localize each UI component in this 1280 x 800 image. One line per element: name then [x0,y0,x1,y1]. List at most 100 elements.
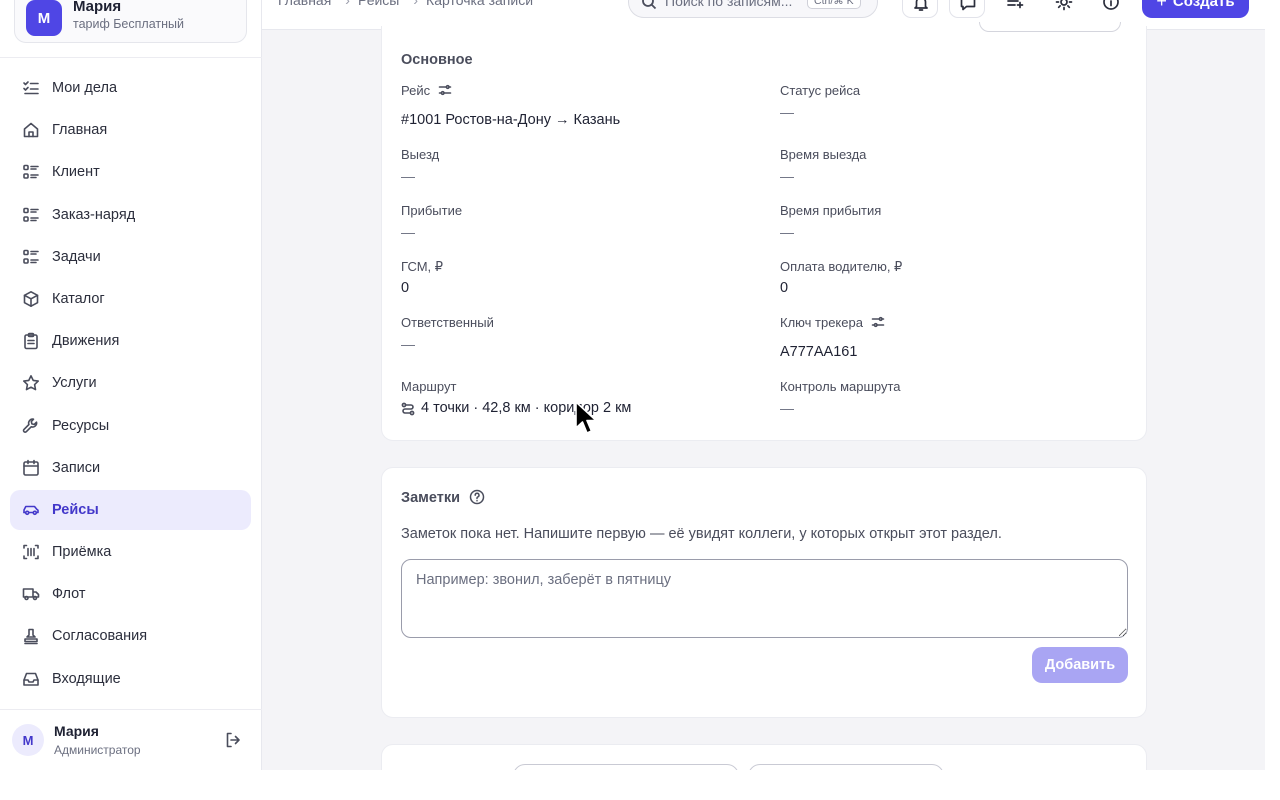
messages-button[interactable] [949,0,985,18]
chevron-right-icon: › [345,0,350,8]
list-plus-icon [1007,0,1024,9]
sidebar-item-home[interactable]: Главная [10,110,251,150]
field-value-fuel[interactable]: 0 [401,280,409,296]
field-label-departure: Выезд [401,147,440,162]
notifications-button[interactable] [902,0,938,18]
sidebar-item-client[interactable]: Клиент [10,152,251,192]
field-value-route-control[interactable]: — [780,400,794,416]
sidebar-item-label: Рейсы [52,501,99,518]
field-label-arrival-time: Время прибытия [780,203,882,218]
field-value-departure-time[interactable]: — [780,168,794,184]
field-value-trip[interactable]: #1001 Ростов-на-Дону → Казань [401,112,620,128]
field-label-route: Маршрут [401,379,457,394]
logout-icon[interactable] [224,731,242,749]
sidebar-item-services[interactable]: Услуги [10,363,251,403]
field-label-text: Ключ трекера [780,315,863,330]
field-value-arrival[interactable]: — [401,224,415,240]
sidebar-item-label: Каталог [52,290,105,307]
sidebar-item-label: Движения [52,333,120,350]
theme-button[interactable] [1049,0,1079,18]
chat-icon [960,0,976,11]
sidebar-item-records[interactable]: Записи [10,448,251,488]
wrench-icon [22,417,40,435]
calendar-icon [22,459,40,477]
field-value-responsible[interactable]: — [401,336,415,352]
help-button[interactable] [1096,0,1126,18]
note-input[interactable] [401,559,1128,638]
breadcrumb-current: Карточка записи [426,0,534,8]
card-button[interactable] [748,764,944,770]
field-label-arrival: Прибытие [401,203,463,218]
field-value-route[interactable]: 4 точки · 42,8 км · коридор 2 км [421,400,631,416]
breadcrumb-trips[interactable]: Рейсы [358,0,399,8]
sidebar-item-movements[interactable]: Движения [10,321,251,361]
org-name: Мария [73,0,122,15]
sidebar-item-resources[interactable]: Ресурсы [10,406,251,446]
card-action-button[interactable] [979,22,1121,32]
field-value-arrival-time[interactable]: — [780,224,794,240]
bell-icon [914,0,928,11]
sidebar-item-label: Клиент [52,164,100,181]
sidebar-item-label: Мои дела [52,80,118,96]
list-icon [22,163,40,181]
avatar[interactable]: М [12,724,44,756]
notes-card: Заметки Заметок пока нет. Напишите перву… [381,467,1147,718]
field-label-responsible: Ответственный [401,315,494,330]
search-icon [641,0,657,10]
sliders-icon[interactable] [871,315,885,329]
divider [0,709,262,710]
sidebar-item-approvals[interactable]: Согласования [10,616,251,656]
sidebar-item-label: Заказ-наряд [52,206,136,223]
org-avatar: М [26,0,62,36]
create-button-label: Создать [1172,0,1235,10]
sidebar-item-label: Входящие [52,670,121,687]
sidebar-item-label: Главная [52,122,108,139]
field-value-trip-status[interactable]: — [780,104,794,120]
notes-empty-text: Заметок пока нет. Напишите первую — её у… [401,526,1002,542]
queue-button[interactable] [1000,0,1030,18]
sidebar-item-work-order[interactable]: Заказ-наряд [10,195,251,235]
truck-icon [22,585,40,603]
sidebar-item-label: Согласования [52,628,148,645]
sidebar-item-fleet[interactable]: Флот [10,574,251,614]
chevron-right-icon: › [413,0,419,8]
sliders-icon[interactable] [438,83,452,97]
sidebar-nav: Мои дела Главная Клиент Заказ-наряд Зада… [10,68,251,701]
field-label-tracker-key: Ключ трекера [780,315,885,330]
field-value-driver-pay[interactable]: 0 [780,280,788,296]
field-label-fuel: ГСМ, ₽ [401,259,444,274]
sidebar-item-my-tasks[interactable]: Мои дела [10,68,251,108]
field-label-text: Рейс [401,83,431,98]
help-icon[interactable] [469,489,485,505]
search-input[interactable]: Поиск по записям... Ctrl/⌘ K [628,0,878,18]
add-note-button[interactable]: Добавить [1032,647,1128,683]
inbox-icon [22,670,40,688]
section-title: Основное [401,52,473,68]
field-label-trip: Рейс [401,83,452,98]
search-placeholder: Поиск по записям... [665,0,793,9]
divider [0,57,262,58]
sidebar-item-tasks[interactable]: Задачи [10,237,251,277]
create-button[interactable]: + Создать [1142,0,1249,18]
notes-title: Заметки [401,490,461,506]
user-name: Мария [54,723,99,739]
field-value-tracker-key[interactable]: А777АА161 [780,344,857,360]
scan-icon [22,543,40,561]
sidebar-item-trips[interactable]: Рейсы [10,489,251,530]
plus-icon: + [1156,0,1167,11]
sidebar-item-intake[interactable]: Приёмка [10,532,251,572]
org-switcher[interactable]: М Мария тариф Бесплатный [14,0,247,43]
breadcrumb: Главная › Рейсы › Карточка записи [278,0,539,8]
field-value-departure[interactable]: — [401,168,415,184]
breadcrumb-home[interactable]: Главная [278,0,331,8]
box-icon [22,290,40,308]
sidebar-item-label: Задачи [52,248,101,265]
next-card [381,744,1147,770]
sidebar-item-inbox[interactable]: Входящие [10,659,251,699]
sun-icon [1055,0,1073,11]
list-check-icon [22,79,40,97]
main-info-card: Основное Рейс #1001 Ростов-на-Дону → Каз… [381,22,1147,441]
field-label-trip-status: Статус рейса [780,83,861,98]
card-button[interactable] [513,764,739,770]
sidebar-item-catalog[interactable]: Каталог [10,279,251,319]
